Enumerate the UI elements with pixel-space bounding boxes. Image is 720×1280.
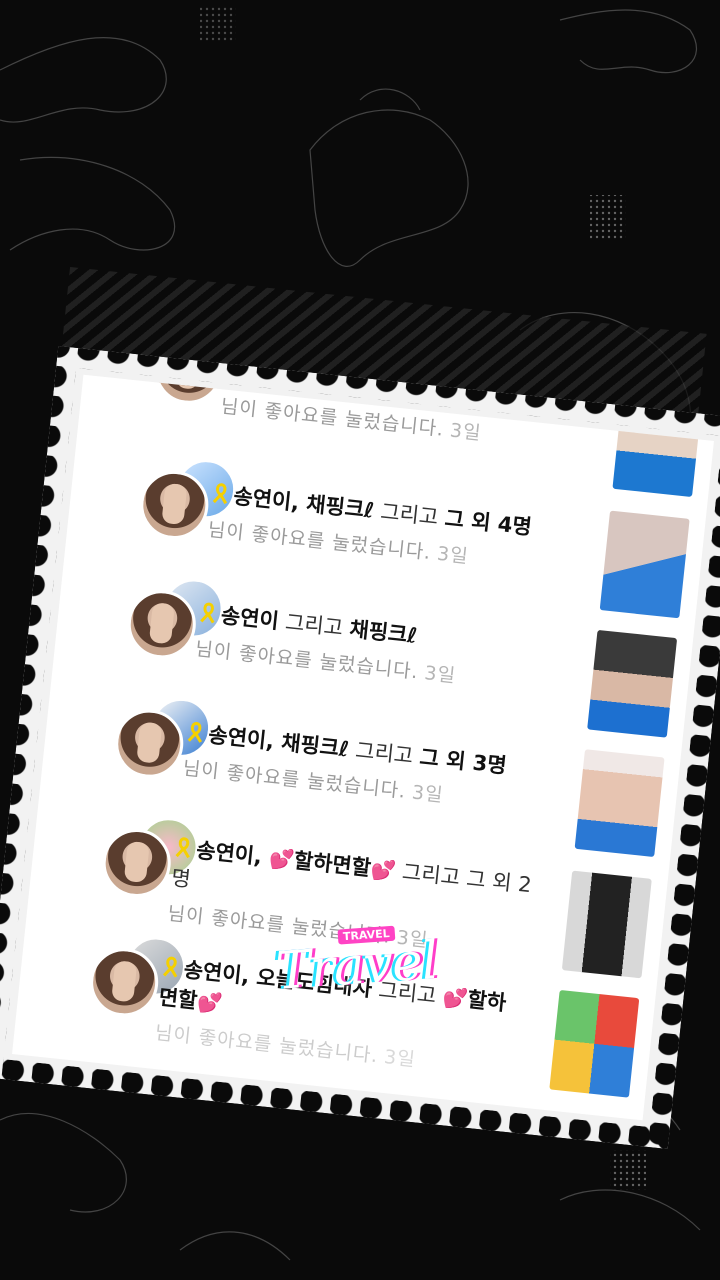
notification-subtitle: 님이 좋아요를 눌렀습니다. 3일 (219, 395, 483, 445)
yellow-ribbon-icon (198, 601, 218, 625)
postage-stamp-frame: 오늘도힘내자 님이 좋아요를 눌렀습니다. 3일 송연이, 채핑크ℓ 그리고 그 … (0, 346, 720, 1149)
yellow-ribbon-icon (161, 955, 181, 979)
heart-icon: 💕 (369, 856, 397, 884)
travel-logo-overlay: TRAVEL Travel (259, 913, 465, 1017)
heart-icon: 💕 (195, 989, 224, 1016)
yellow-ribbon-icon (186, 721, 206, 745)
post-thumbnail[interactable] (612, 419, 699, 497)
avatar (151, 375, 226, 407)
logo-main-text: Travel (274, 930, 440, 1002)
post-thumbnail[interactable] (549, 990, 639, 1098)
post-thumbnail[interactable] (575, 749, 665, 857)
yellow-ribbon-icon (211, 482, 231, 506)
heart-icon: 💕 (267, 845, 296, 873)
post-thumbnail[interactable] (562, 871, 652, 979)
yellow-ribbon-icon (173, 836, 193, 860)
post-thumbnail[interactable] (600, 511, 690, 619)
post-thumbnail[interactable] (587, 630, 677, 738)
